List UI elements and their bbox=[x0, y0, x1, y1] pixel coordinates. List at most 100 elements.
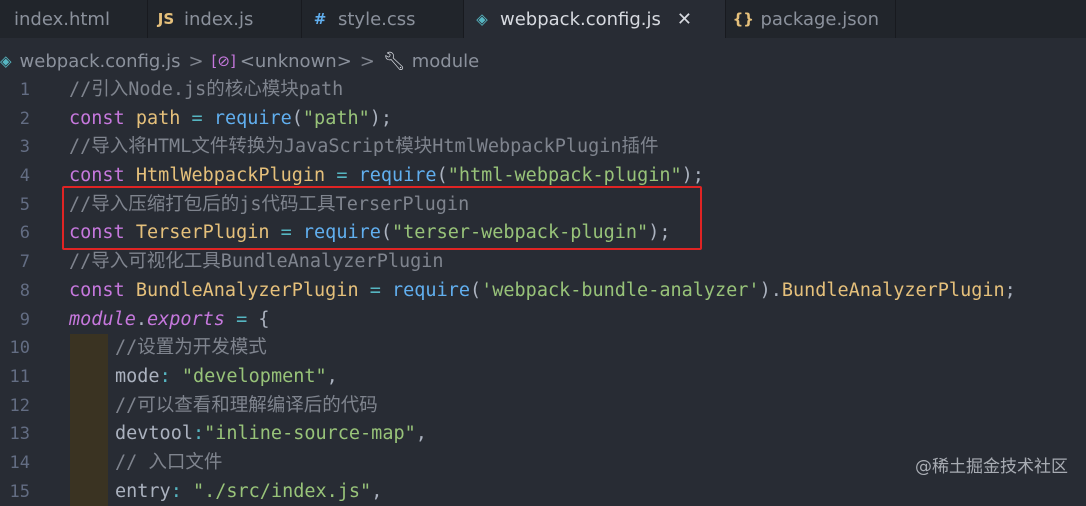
line-number: 9 bbox=[19, 309, 30, 330]
tab-package-json[interactable]: {} package.json bbox=[726, 0, 896, 38]
code-token: = bbox=[325, 165, 359, 187]
code-token: //引入Node.js的核心模块path bbox=[69, 79, 344, 100]
indent-guide bbox=[70, 448, 108, 478]
code-token: // 入口文件 bbox=[115, 451, 223, 473]
tab-index-html[interactable]: index.html bbox=[0, 0, 148, 38]
breadcrumb-separator: > bbox=[188, 50, 204, 72]
code-text: devtool:"inline-source-map", bbox=[115, 420, 427, 449]
code-text: //可以查看和理解编译后的代码 bbox=[115, 392, 378, 421]
code-token: HtmlWebpackPlugin bbox=[135, 165, 326, 187]
code-text: module.exports = { bbox=[69, 306, 270, 335]
indent-guide bbox=[70, 420, 108, 449]
code-line: 15 entry: "./src/index.js", bbox=[0, 477, 1086, 506]
code-token: "html-webpack-plugin" bbox=[447, 165, 682, 187]
tab-style-css[interactable]: # style.css bbox=[302, 0, 464, 38]
code-token: module bbox=[69, 308, 136, 330]
code-token: exports bbox=[146, 308, 225, 330]
line-number: 14 bbox=[9, 452, 30, 473]
code-token: //导入将HTML文件转换为JavaScript模块HtmlWebpackPlu… bbox=[69, 136, 659, 158]
indent-guide bbox=[70, 334, 108, 363]
code-line: 5 //导入压缩打包后的js代码工具TerserPlugin bbox=[0, 191, 1086, 220]
code-line: 6 const TerserPlugin = require("terser-we… bbox=[0, 219, 1086, 248]
tab-label: package.json bbox=[760, 8, 879, 30]
code-token: : bbox=[159, 365, 182, 387]
breadcrumb-file[interactable]: webpack.config.js bbox=[20, 51, 181, 72]
code-token: path bbox=[135, 107, 181, 129]
code-token: ); bbox=[648, 222, 671, 244]
code-token: "development" bbox=[181, 365, 327, 387]
code-text: //导入可视化工具BundleAnalyzerPlugin bbox=[69, 248, 444, 277]
code-token: const bbox=[69, 222, 136, 244]
code-token: = bbox=[224, 308, 259, 330]
breadcrumb: ◈ webpack.config.js > [⊘] <unknown> > 🔧︎… bbox=[0, 44, 1086, 78]
code-token: //导入压缩打包后的js代码工具TerserPlugin bbox=[69, 193, 470, 215]
code-token: = bbox=[269, 222, 303, 244]
breadcrumb-separator: > bbox=[359, 50, 375, 72]
code-token: devtool bbox=[115, 423, 193, 445]
code-token: , bbox=[326, 365, 338, 387]
line-number: 6 bbox=[19, 223, 30, 244]
tab-label: index.js bbox=[184, 8, 254, 30]
code-token: mode bbox=[115, 365, 160, 387]
code-token: "terser-webpack-plugin" bbox=[392, 222, 649, 244]
code-line: 11 mode: "development", bbox=[0, 362, 1086, 392]
code-token: ); bbox=[369, 107, 393, 129]
code-line: 12 //可以查看和理解编译后的代码 bbox=[0, 391, 1086, 421]
code-token: ( bbox=[291, 107, 303, 129]
line-number: 13 bbox=[9, 424, 30, 445]
webpack-file-icon: ◈ bbox=[476, 10, 488, 28]
code-token: require bbox=[358, 165, 437, 187]
code-token: entry bbox=[115, 480, 171, 502]
webpack-file-icon: ◈ bbox=[0, 52, 12, 70]
tab-index-js[interactable]: JS index.js bbox=[148, 0, 302, 38]
code-line: 9 module.exports = { bbox=[0, 306, 1086, 335]
line-number: 5 bbox=[19, 194, 30, 215]
code-token: ( bbox=[380, 222, 393, 244]
code-token: const bbox=[69, 107, 136, 129]
code-token: ; bbox=[1004, 279, 1016, 301]
code-text: // 入口文件 bbox=[115, 449, 222, 478]
tab-label: style.css bbox=[338, 8, 416, 30]
line-number: 8 bbox=[19, 280, 30, 301]
code-token: const bbox=[69, 165, 136, 187]
close-icon[interactable]: ✕ bbox=[677, 9, 692, 30]
json-file-icon: {} bbox=[732, 10, 754, 28]
line-number: 11 bbox=[9, 366, 30, 387]
breadcrumb-module[interactable]: module bbox=[412, 51, 479, 72]
code-editor[interactable]: 1 //引入Node.js的核心模块path 2 const path = requi… bbox=[0, 76, 1086, 506]
code-token: ( bbox=[469, 279, 482, 301]
code-token: ). bbox=[759, 279, 782, 301]
code-token: "inline-source-map" bbox=[204, 423, 416, 445]
code-token: . bbox=[135, 308, 147, 330]
code-token: BundleAnalyzerPlugin bbox=[781, 279, 1005, 301]
code-text: //导入压缩打包后的js代码工具TerserPlugin bbox=[69, 191, 469, 220]
code-text: //导入将HTML文件转换为JavaScript模块HtmlWebpackPlu… bbox=[69, 133, 659, 162]
code-token: TerserPlugin bbox=[135, 222, 270, 244]
watermark: @稀土掘金技术社区 bbox=[915, 457, 1068, 477]
code-line: 2 const path = require("path"); bbox=[0, 105, 1086, 134]
code-token: //导入可视化工具BundleAnalyzerPlugin bbox=[69, 251, 444, 273]
line-number: 4 bbox=[19, 166, 30, 187]
code-token: 'webpack-bundle-analyzer' bbox=[481, 279, 760, 301]
code-line: 4 const HtmlWebpackPlugin = require("html… bbox=[0, 162, 1086, 191]
code-token: //设置为开发模式 bbox=[115, 337, 267, 359]
code-token: , bbox=[371, 480, 383, 502]
code-text: entry: "./src/index.js", bbox=[115, 478, 382, 506]
tab-webpack-config-js[interactable]: ◈ webpack.config.js ✕ bbox=[464, 0, 726, 38]
code-token: { bbox=[258, 308, 270, 330]
code-line: 10 //设置为开发模式 bbox=[0, 334, 1086, 363]
code-token: require bbox=[302, 222, 381, 244]
code-token: = bbox=[358, 279, 393, 301]
code-token: "path" bbox=[302, 107, 370, 129]
code-text: mode: "development", bbox=[115, 363, 338, 392]
code-token: : bbox=[192, 423, 205, 445]
line-number: 2 bbox=[19, 108, 30, 129]
breadcrumb-symbol[interactable]: <unknown> bbox=[240, 51, 352, 72]
code-token: : bbox=[170, 480, 193, 502]
code-text: const BundleAnalyzerPlugin = require('we… bbox=[69, 277, 1016, 306]
code-token: require bbox=[213, 107, 292, 129]
code-token: ); bbox=[681, 165, 704, 187]
code-token: "./src/index.js" bbox=[192, 480, 372, 502]
code-text: const path = require("path"); bbox=[69, 105, 392, 134]
indent-guide bbox=[70, 391, 108, 421]
